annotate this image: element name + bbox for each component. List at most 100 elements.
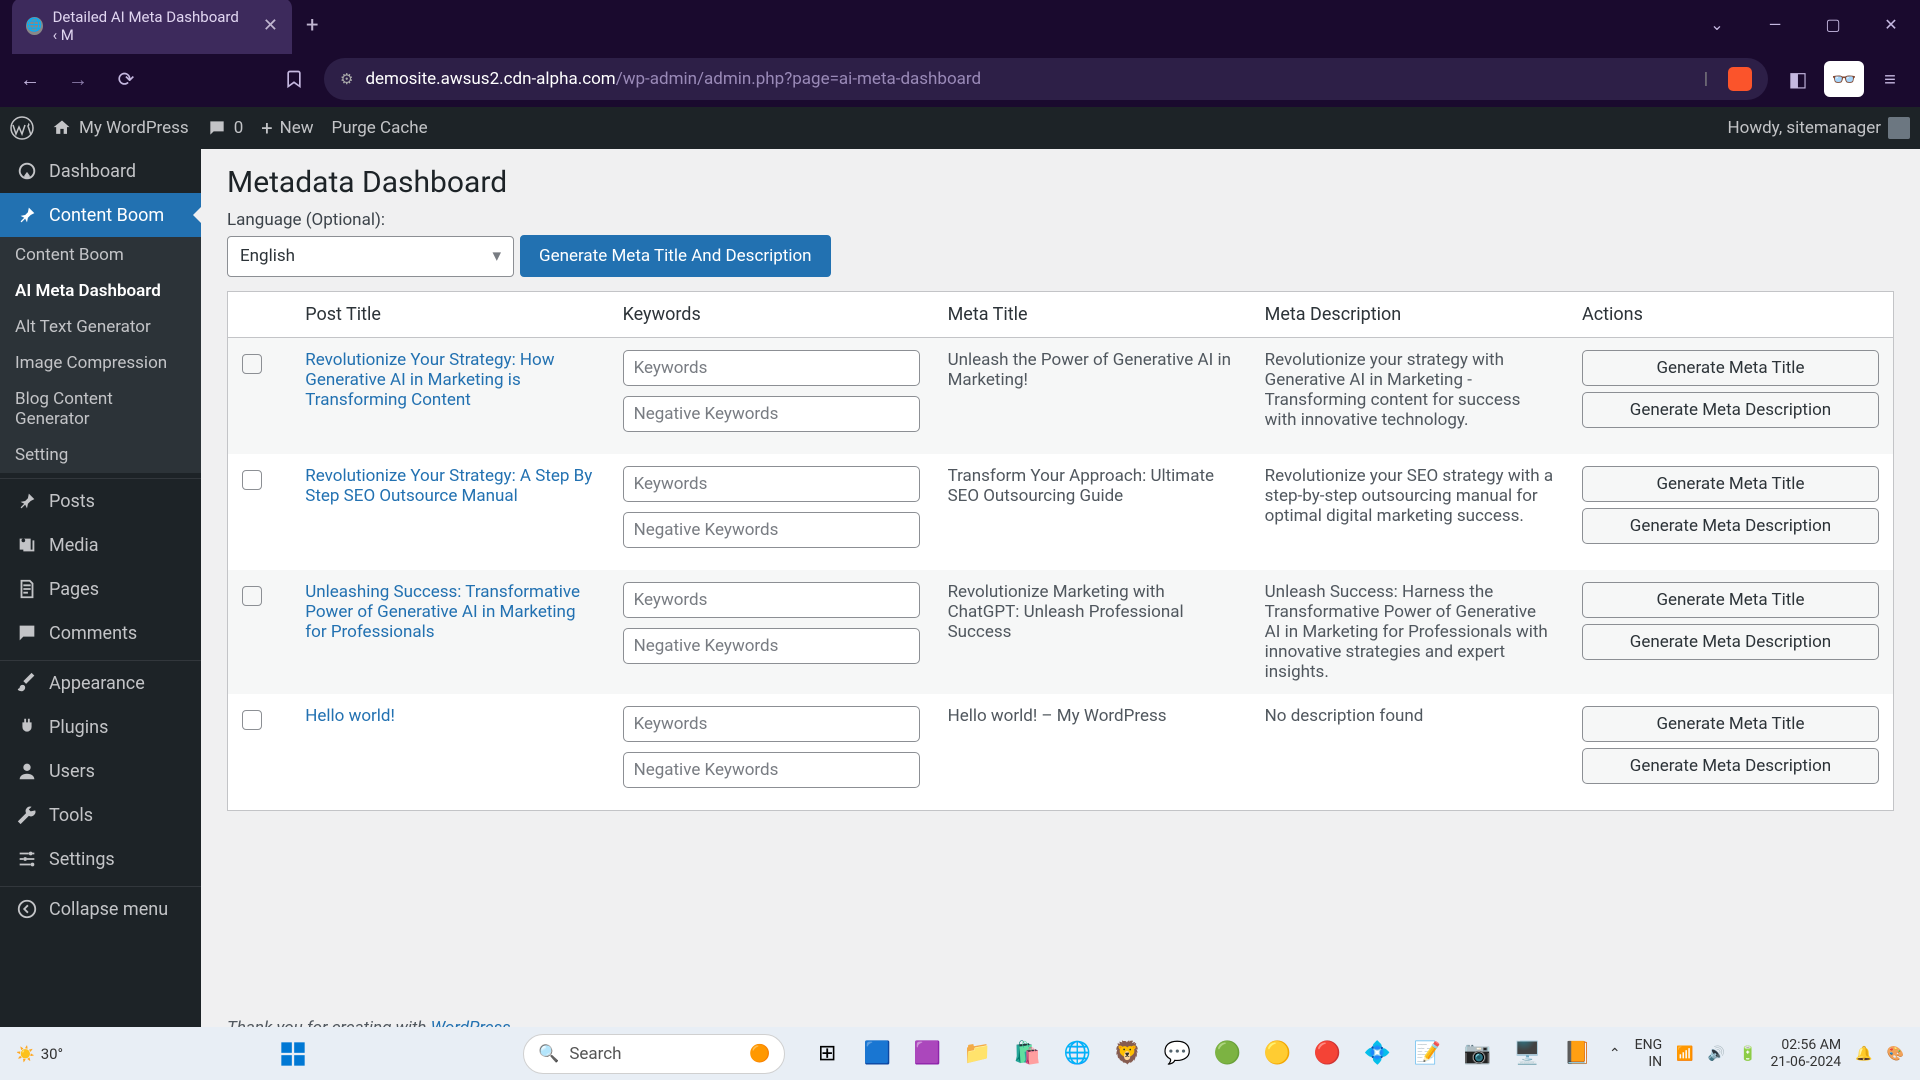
user-icon [15,759,39,783]
row-checkbox[interactable] [242,710,262,730]
site-settings-icon[interactable]: ⚙ [340,70,353,88]
menu-icon[interactable]: ≡ [1872,61,1908,97]
taskbar-search[interactable]: 🔍 Search 🟠 [523,1034,785,1074]
new-content-link[interactable]: + New [261,116,313,140]
language-select[interactable]: English ▾ [227,236,514,277]
meta-title-text: Hello world! – My WordPress [934,694,1251,811]
app-icon[interactable]: 📷 [1457,1034,1497,1074]
new-tab-button[interactable]: + [306,13,318,38]
app-icon[interactable]: 🟢 [1207,1034,1247,1074]
close-tab-icon[interactable]: ✕ [263,15,278,36]
submenu-setting[interactable]: Setting [0,437,201,473]
submenu-image-compression[interactable]: Image Compression [0,345,201,381]
app-icon[interactable]: 🖥️ [1507,1034,1547,1074]
negative-keywords-input[interactable] [623,396,920,432]
row-checkbox[interactable] [242,354,262,374]
post-title-link[interactable]: Unleashing Success: Transformative Power… [305,582,580,642]
generate-meta-desc-button[interactable]: Generate Meta Description [1582,392,1879,428]
row-checkbox[interactable] [242,586,262,606]
app-icon[interactable]: 🟪 [907,1034,947,1074]
brave-shield-icon[interactable] [1728,67,1752,91]
bookmark-icon[interactable] [276,61,312,97]
file-explorer-icon[interactable]: 📁 [957,1034,997,1074]
collapse-menu[interactable]: Collapse menu [0,887,201,931]
menu-content-boom[interactable]: Content Boom [0,193,201,237]
menu-comments[interactable]: Comments [0,611,201,655]
menu-plugins[interactable]: Plugins [0,705,201,749]
clock[interactable]: 02:56 AM 21-06-2024 [1770,1037,1841,1071]
windows-taskbar: ☀️ 30° 🔍 Search 🟠 ⊞ 🟦 🟪 📁 🛍️ 🌐 🦁 💬 🟢 🟡 🔴… [0,1027,1920,1080]
chrome-icon[interactable]: 🌐 [1057,1034,1097,1074]
generate-meta-title-button[interactable]: Generate Meta Title [1582,350,1879,386]
weather-widget[interactable]: ☀️ 30° [16,1045,63,1063]
app-tray-icon[interactable]: 🎨 [1887,1046,1904,1062]
app-icon[interactable]: 🟦 [857,1034,897,1074]
address-bar[interactable]: ⚙ demosite.awsus2.cdn-alpha.com/wp-admin… [324,58,1768,100]
comments-link[interactable]: 0 [207,118,244,138]
post-title-link[interactable]: Revolutionize Your Strategy: A Step By S… [305,466,592,506]
submenu-ai-meta-dashboard[interactable]: AI Meta Dashboard [0,273,201,309]
menu-appearance[interactable]: Appearance [0,661,201,705]
reload-button[interactable]: ⟳ [108,61,144,97]
submenu-content-boom[interactable]: Content Boom [0,237,201,273]
volume-icon[interactable]: 🔊 [1708,1046,1725,1062]
whatsapp-icon[interactable]: 💬 [1157,1034,1197,1074]
brave-icon[interactable]: 🦁 [1107,1034,1147,1074]
generate-meta-title-button[interactable]: Generate Meta Title [1582,706,1879,742]
keywords-input[interactable] [623,582,920,618]
submenu-blog-content-generator[interactable]: Blog Content Generator [0,381,201,437]
start-button[interactable] [273,1034,313,1074]
site-home-link[interactable]: My WordPress [52,118,189,138]
sidebar-toggle-icon[interactable]: ◧ [1780,61,1816,97]
expand-tabs-icon[interactable]: ⌄ [1688,0,1746,48]
browser-tab[interactable]: 🌐 Detailed AI Meta Dashboard ‹ M ✕ [12,0,292,54]
app-icon[interactable]: 📙 [1557,1034,1597,1074]
negative-keywords-input[interactable] [623,628,920,664]
keywords-input[interactable] [623,350,920,386]
tray-expand-icon[interactable]: ⌃ [1609,1046,1621,1062]
maximize-window[interactable]: ▢ [1804,0,1862,48]
app-icon[interactable]: 📝 [1407,1034,1447,1074]
row-checkbox[interactable] [242,470,262,490]
back-button[interactable]: ← [12,61,48,97]
generate-meta-desc-button[interactable]: Generate Meta Description [1582,624,1879,660]
table-row: Revolutionize Your Strategy: A Step By S… [228,454,1894,570]
table-row: Hello world! Hello world! – My WordPress… [228,694,1894,811]
post-title-link[interactable]: Hello world! [305,706,395,726]
generate-meta-desc-button[interactable]: Generate Meta Description [1582,748,1879,784]
task-view-icon[interactable]: ⊞ [807,1034,847,1074]
close-window[interactable]: ✕ [1862,0,1920,48]
generate-all-button[interactable]: Generate Meta Title And Description [520,235,831,277]
menu-settings[interactable]: Settings [0,837,201,881]
menu-posts[interactable]: Posts [0,479,201,523]
purge-cache-link[interactable]: Purge Cache [332,118,428,138]
slack-icon[interactable]: 💠 [1357,1034,1397,1074]
store-icon[interactable]: 🛍️ [1007,1034,1047,1074]
search-highlight-icon: 🟠 [749,1044,770,1064]
post-title-link[interactable]: Revolutionize Your Strategy: How Generat… [305,350,554,410]
app-icon[interactable]: 🔴 [1307,1034,1347,1074]
generate-meta-desc-button[interactable]: Generate Meta Description [1582,508,1879,544]
wifi-icon[interactable]: 📶 [1676,1046,1693,1062]
generate-meta-title-button[interactable]: Generate Meta Title [1582,582,1879,618]
keywords-input[interactable] [623,706,920,742]
wrench-icon [15,803,39,827]
wp-logo[interactable] [10,116,34,140]
menu-media[interactable]: Media [0,523,201,567]
generate-meta-title-button[interactable]: Generate Meta Title [1582,466,1879,502]
forward-button[interactable]: → [60,61,96,97]
negative-keywords-input[interactable] [623,512,920,548]
negative-keywords-input[interactable] [623,752,920,788]
battery-icon[interactable]: 🔋 [1739,1046,1756,1062]
keywords-input[interactable] [623,466,920,502]
menu-tools[interactable]: Tools [0,793,201,837]
menu-users[interactable]: Users [0,749,201,793]
minimize-window[interactable]: — [1746,0,1804,48]
menu-pages[interactable]: Pages [0,567,201,611]
user-greeting[interactable]: Howdy, sitemanager [1728,117,1911,139]
menu-dashboard[interactable]: Dashboard [0,149,201,193]
app-icon[interactable]: 🟡 [1257,1034,1297,1074]
reader-icon[interactable]: 👓 [1824,61,1864,97]
submenu-alt-text-generator[interactable]: Alt Text Generator [0,309,201,345]
notifications-icon[interactable]: 🔔 [1855,1046,1872,1062]
